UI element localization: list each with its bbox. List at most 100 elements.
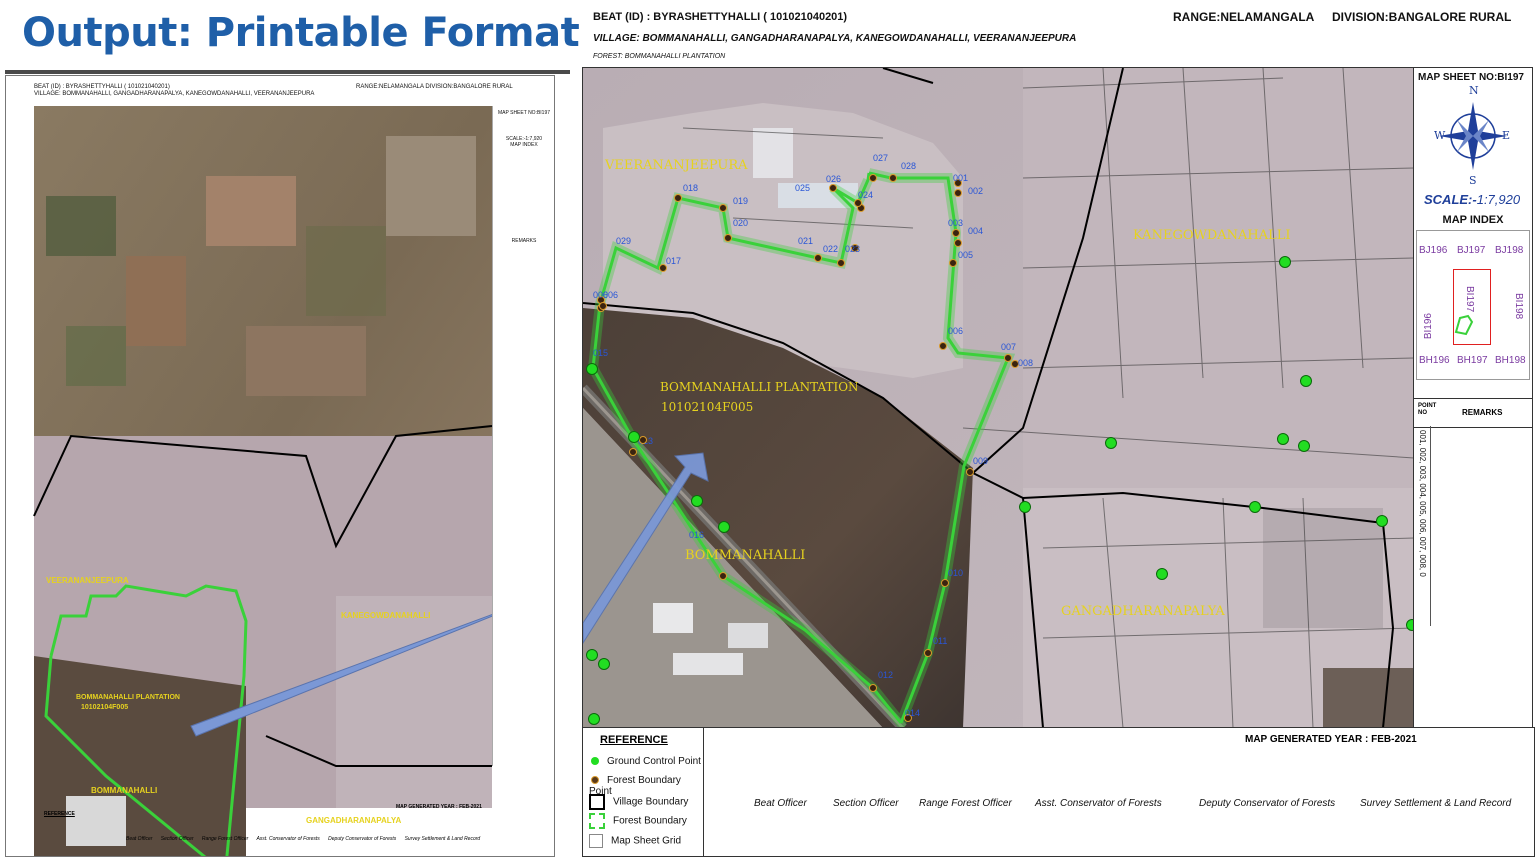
point-label: 025 [795, 183, 811, 193]
ground-control-point [1105, 437, 1117, 449]
thumbnail-label-plantation-id: 10102104F005 [81, 704, 129, 711]
compass-e: E [1502, 129, 1511, 142]
point-label: 021 [798, 236, 814, 246]
thumbnail-map-sheet[interactable]: BEAT (ID) : BYRASHETTYHALLI ( 1010210402… [5, 75, 555, 857]
signature-beat-officer: Beat Officer [754, 798, 807, 809]
thumbnail-signature: Beat Officer [126, 836, 153, 842]
compass-n: N [1469, 84, 1479, 97]
point-label: 023 [845, 244, 861, 254]
signature-deputy-conservator: Deputy Conservator of Forests [1199, 798, 1336, 809]
forest-boundary-point [869, 174, 877, 182]
thumbnail-signature: Asst. Conservator of Forests [256, 836, 320, 842]
point-label: 011 [933, 636, 948, 646]
point-label: 027 [873, 153, 889, 163]
map-side-panel: MAP SHEET NO:BI197 N S W E SCALE:-1:7,92… [1413, 67, 1533, 729]
forest-boundary-point [674, 194, 682, 202]
legend-village-boundary: Village Boundary [589, 794, 688, 810]
forest-boundary-point [869, 684, 877, 692]
legend-label: Village Boundary [613, 796, 689, 808]
remarks-point-no: POINT NO [1418, 403, 1437, 416]
black-box-icon [589, 794, 605, 810]
point-label: 009 [973, 456, 989, 466]
ground-control-point [1279, 256, 1291, 268]
thumbnail-side-panel: MAP SHEET NO:BI197 SCALE:-1:7,920 MAP IN… [492, 106, 554, 766]
label-plantation: BOMMANAHALLI PLANTATION [660, 380, 859, 394]
index-cell[interactable]: BJ197 [1457, 245, 1485, 256]
index-forest-shape [1454, 314, 1474, 336]
thumbnail-signature: Section Officer [160, 836, 194, 842]
point-label: 015 [593, 348, 609, 358]
map-index-title: MAP INDEX [1442, 214, 1504, 226]
thumbnail-label-veerananjeepura: VEERANANJEEPURA [46, 576, 129, 585]
point-label: 006 [603, 290, 619, 300]
ground-control-point [586, 649, 598, 661]
ground-control-point [1300, 375, 1312, 387]
thumbnail-label-kanegowdanahalli: KANEGOWDANAHALLI [341, 611, 431, 620]
index-current-label: BI197 [1464, 286, 1475, 313]
forest-boundary-point [719, 572, 727, 580]
forest-boundary-point [954, 239, 962, 247]
division-header: DIVISION:BANGALORE RURAL [1332, 10, 1512, 24]
reference-box: REFERENCE Ground Control Point Forest Bo… [583, 728, 704, 856]
legend-footer: REFERENCE Ground Control Point Forest Bo… [582, 727, 1535, 857]
forest-boundary-point [724, 234, 732, 242]
point-label: 022 [823, 244, 839, 254]
point-label: 017 [666, 256, 682, 266]
index-cell[interactable]: BI196 [1423, 313, 1434, 339]
point-label: 002 [968, 186, 984, 196]
legend-map-sheet-grid: Map Sheet Grid [589, 834, 681, 848]
index-cell[interactable]: BH198 [1495, 355, 1526, 366]
ground-control-point [1249, 501, 1261, 513]
reference-title: REFERENCE [600, 734, 668, 746]
title-divider [5, 70, 570, 74]
map-frame[interactable]: VEERANANJEEPURA KANEGOWDANAHALLI BOMMANA… [582, 67, 1415, 729]
thumbnail-village: VILLAGE: BOMMANAHALLI, GANGADHARANAPALYA… [34, 91, 315, 97]
slide-title: Output: Printable Format [22, 10, 580, 56]
thumbnail-year: MAP GENERATED YEAR : FEB-2021 [396, 804, 482, 810]
grey-box-icon [589, 834, 603, 848]
compass-s: S [1469, 174, 1477, 187]
index-cell-current[interactable]: BI197 [1453, 269, 1491, 345]
forest-boundary-point [889, 174, 897, 182]
ground-control-point [1019, 501, 1031, 513]
point-label: 005 [958, 250, 974, 260]
thumbnail-signature: Deputy Conservator of Forests [328, 836, 397, 842]
legend-label: Map Sheet Grid [611, 835, 682, 847]
index-cell[interactable]: BI198 [1513, 293, 1524, 319]
ground-control-point [1156, 568, 1168, 580]
ground-control-point [628, 431, 640, 443]
index-cell[interactable]: BJ198 [1495, 245, 1523, 256]
index-cell[interactable]: BH197 [1457, 355, 1488, 366]
forest-boundary-point [837, 259, 845, 267]
forest-boundary-point [941, 579, 949, 587]
point-label: 003 [948, 218, 964, 228]
thumbnail-legend-title: REFERENCE [44, 811, 75, 817]
scale-value: 1:7,920 [1476, 192, 1521, 207]
point-label: 004 [968, 226, 984, 236]
legend-forest-boundary: Forest Boundary [589, 813, 687, 829]
ground-control-point [588, 713, 600, 725]
compass-w: W [1434, 129, 1446, 142]
label-bommanahalli: BOMMANAHALLI [685, 548, 806, 563]
index-cell[interactable]: BH196 [1419, 355, 1450, 366]
thumbnail-beat: BEAT (ID) : BYRASHETTYHALLI ( 1010210402… [34, 84, 170, 90]
point-label: 029 [616, 236, 632, 246]
green-dot-icon [591, 757, 599, 766]
thumbnail-label-plantation: BOMMANAHALLI PLANTATION [76, 694, 180, 701]
map-generated-year: MAP GENERATED YEAR : FEB-2021 [1245, 734, 1417, 745]
remarks-points: 001, 002, 003, 004, 005, 006, 007, 008, … [1418, 430, 1427, 577]
forest-boundary-point [814, 254, 822, 262]
scale-label: SCALE:- [1424, 192, 1477, 207]
index-cell[interactable]: BJ196 [1419, 245, 1447, 256]
signature-section-officer: Section Officer [833, 798, 899, 809]
forest-boundary-point [719, 204, 727, 212]
ground-control-point [586, 363, 598, 375]
point-label: 016 [689, 530, 705, 540]
thumbnail-signature: Range Forest Officer [201, 836, 249, 842]
point-label: 014 [905, 708, 921, 718]
thumbnail-map-sheet-no: MAP SHEET NO:BI197 [497, 110, 551, 116]
ground-control-point [1298, 440, 1310, 452]
map-index-grid[interactable]: BJ196 BJ197 BJ198 BI196 BI197 BI198 BH19… [1416, 230, 1530, 380]
ground-control-point [598, 658, 610, 670]
point-label: 028 [901, 161, 917, 171]
